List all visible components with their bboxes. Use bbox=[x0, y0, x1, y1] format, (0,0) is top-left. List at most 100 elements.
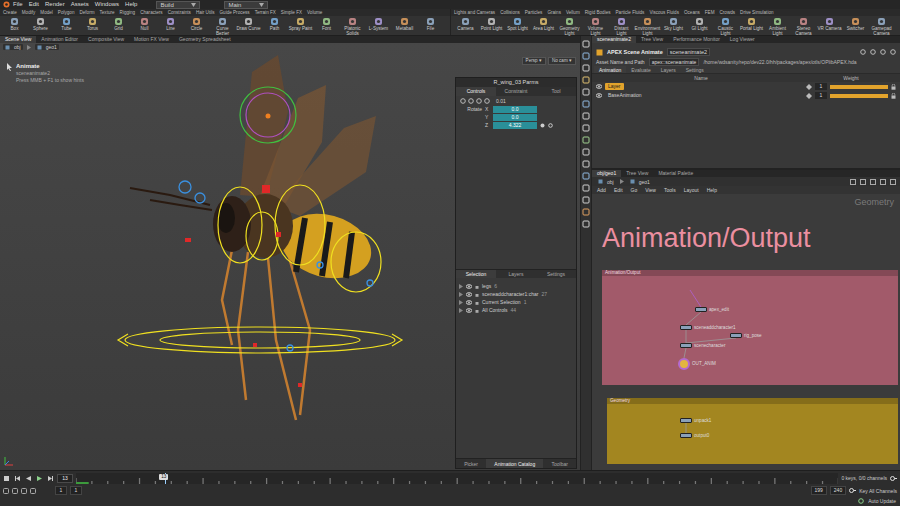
scene-viewport[interactable]: objgeo1Animatesceneanimate2Press MMB + F… bbox=[0, 43, 580, 470]
parm-tab[interactable]: Layers bbox=[656, 66, 681, 73]
menu-item[interactable]: Render bbox=[42, 0, 68, 9]
pane-tab[interactable]: Performance Monitor bbox=[668, 36, 725, 43]
column-header[interactable]: Name bbox=[596, 75, 806, 81]
shelf-set-dropdown[interactable]: Main bbox=[224, 1, 268, 9]
parm-tab[interactable]: Animation bbox=[594, 66, 626, 73]
shelf-tool[interactable]: Curve Bezier bbox=[210, 17, 235, 35]
shelf-tool[interactable]: Torus bbox=[80, 17, 105, 35]
shelf-tab[interactable]: Modify bbox=[22, 9, 36, 16]
menu-item[interactable]: Tools bbox=[664, 187, 676, 193]
shelf-tool[interactable]: Area Light bbox=[531, 17, 556, 35]
shelf-tool[interactable]: Null bbox=[132, 17, 157, 35]
value-field[interactable]: 0.0 bbox=[493, 114, 537, 121]
shelf-tool[interactable]: File bbox=[418, 17, 443, 35]
outliner-tab[interactable]: Settings bbox=[536, 270, 576, 278]
shelf-tab[interactable]: Create bbox=[3, 9, 17, 16]
shelf-tool[interactable]: Switcher bbox=[843, 17, 868, 35]
shelf-tab[interactable]: Hair Utils bbox=[196, 9, 215, 16]
menu-item[interactable]: Assets bbox=[68, 0, 92, 9]
shelf-tool[interactable]: GI Light bbox=[687, 17, 712, 35]
path-crumb[interactable]: obj bbox=[596, 179, 616, 185]
network-node[interactable]: apex_edit bbox=[695, 307, 729, 313]
weight-field[interactable]: 1 bbox=[815, 92, 827, 99]
auto-update-menu[interactable]: Auto Update bbox=[868, 498, 896, 504]
shelf-tool[interactable]: Circle bbox=[184, 17, 209, 35]
sticky-note[interactable]: Animation/Output bbox=[602, 224, 811, 254]
shelf-tab[interactable]: Rigging bbox=[120, 9, 136, 16]
network-node[interactable]: scenecharacter bbox=[680, 343, 725, 349]
shelf-tab[interactable]: Lights and Cameras bbox=[454, 9, 495, 16]
shelf-tab[interactable]: Crowds bbox=[720, 9, 736, 16]
parm-tab[interactable]: Controls bbox=[456, 87, 496, 96]
menu-item[interactable]: Layout bbox=[684, 187, 699, 193]
layer-row[interactable]: BaseAnimation1 bbox=[592, 91, 900, 100]
playhead[interactable]: 13 bbox=[165, 473, 166, 484]
column-header[interactable]: Weight bbox=[806, 75, 896, 81]
menu-item[interactable]: Help bbox=[707, 187, 717, 193]
shelf-tool[interactable]: Ambient Light bbox=[765, 17, 790, 35]
shelf-tab[interactable]: FEM bbox=[705, 9, 715, 16]
start-field[interactable]: 1 bbox=[70, 486, 82, 495]
value-field[interactable]: 4.322 bbox=[493, 122, 537, 129]
shelf-tool[interactable]: Line bbox=[158, 17, 183, 35]
path-crumb[interactable]: geo1 bbox=[35, 44, 59, 50]
menu-item[interactable]: Edit bbox=[614, 187, 623, 193]
shelf-tool[interactable]: Spray Paint bbox=[288, 17, 313, 35]
shelf-tool[interactable]: Distant Light bbox=[609, 17, 634, 35]
view-menu[interactable]: Persp ▾ bbox=[522, 57, 546, 65]
shelf-tool[interactable]: Tube bbox=[54, 17, 79, 35]
shelf-tab[interactable]: Particles bbox=[525, 9, 543, 16]
end-field[interactable]: 199 bbox=[811, 486, 827, 495]
layer-row[interactable]: Layer1 bbox=[592, 82, 900, 91]
pane-tab[interactable]: sceneanimate2 bbox=[592, 36, 636, 43]
shelf-tab[interactable]: Particle Fluids bbox=[616, 9, 645, 16]
shelf-tab[interactable]: Terrain FX bbox=[255, 9, 276, 16]
network-node[interactable]: unpack1 bbox=[680, 418, 711, 424]
parm-tab[interactable]: Settings bbox=[681, 66, 709, 73]
end-field[interactable]: 240 bbox=[830, 486, 846, 495]
shelf-tool[interactable]: Box bbox=[2, 17, 27, 35]
pane-tab[interactable]: Tree View bbox=[636, 36, 668, 43]
parm-tab[interactable]: Evaluate bbox=[626, 66, 655, 73]
path-crumb[interactable]: obj bbox=[3, 44, 23, 50]
weight-slider[interactable] bbox=[830, 85, 888, 89]
pane-tab[interactable]: Tree View bbox=[621, 170, 653, 177]
pane-tab[interactable]: Geometry Spreadsheet bbox=[174, 36, 236, 43]
catalog-tab[interactable]: Toolbar bbox=[543, 459, 576, 468]
shelf-tool[interactable]: Caustic Light bbox=[713, 17, 738, 35]
shelf-tool[interactable]: VR Camera bbox=[817, 17, 842, 35]
catalog-tab[interactable]: Picker bbox=[456, 459, 486, 468]
shelf-tab[interactable]: Oceans bbox=[684, 9, 700, 16]
network-box[interactable]: Geometry bbox=[607, 398, 898, 464]
shelf-tool[interactable]: Draw Curve bbox=[236, 17, 261, 35]
shelf-tool[interactable]: Font bbox=[314, 17, 339, 35]
shelf-tool[interactable]: Spot Light bbox=[505, 17, 530, 35]
network-node[interactable]: sceneaddcharacter1 bbox=[680, 325, 736, 331]
shelf-tab[interactable]: Texture bbox=[100, 9, 115, 16]
pane-tab[interactable]: Scene View bbox=[0, 36, 36, 43]
weight-field[interactable]: 1 bbox=[815, 83, 827, 90]
shelf-tool[interactable]: Sphere bbox=[28, 17, 53, 35]
parm-tab[interactable]: Tool bbox=[536, 87, 576, 96]
network-box[interactable]: Animation/Output bbox=[602, 270, 898, 385]
node-name-field[interactable]: sceneanimate2 bbox=[667, 48, 710, 56]
catalog-tab[interactable]: Animation Catalog bbox=[486, 459, 543, 468]
path-crumb[interactable]: geo1 bbox=[628, 179, 652, 185]
asset-name-field[interactable]: apex::sceneanimate bbox=[649, 58, 700, 66]
shelf-tab[interactable]: Deform bbox=[79, 9, 94, 16]
menu-item[interactable]: Help bbox=[122, 0, 140, 9]
shelf-tab[interactable]: Characters bbox=[140, 9, 162, 16]
menu-item[interactable]: Edit bbox=[26, 0, 42, 9]
shelf-tab[interactable]: Volume bbox=[307, 9, 322, 16]
parm-tab[interactable]: Constraint bbox=[496, 87, 536, 96]
pane-tab[interactable]: obj/geo1 bbox=[592, 170, 621, 177]
pane-tab[interactable]: Material Palette bbox=[653, 170, 698, 177]
shelf-tool[interactable]: Grid bbox=[106, 17, 131, 35]
outliner-tab[interactable]: Layers bbox=[496, 270, 536, 278]
shelf-tool[interactable]: L-System bbox=[366, 17, 391, 35]
shelf-tab[interactable]: Constraints bbox=[168, 9, 191, 16]
value-field[interactable]: 0.0 bbox=[493, 106, 537, 113]
shelf-tool[interactable]: Geometry Light bbox=[557, 17, 582, 35]
outliner-item[interactable]: legs6 bbox=[456, 282, 576, 290]
pane-tab[interactable]: Motion FX View bbox=[129, 36, 174, 43]
